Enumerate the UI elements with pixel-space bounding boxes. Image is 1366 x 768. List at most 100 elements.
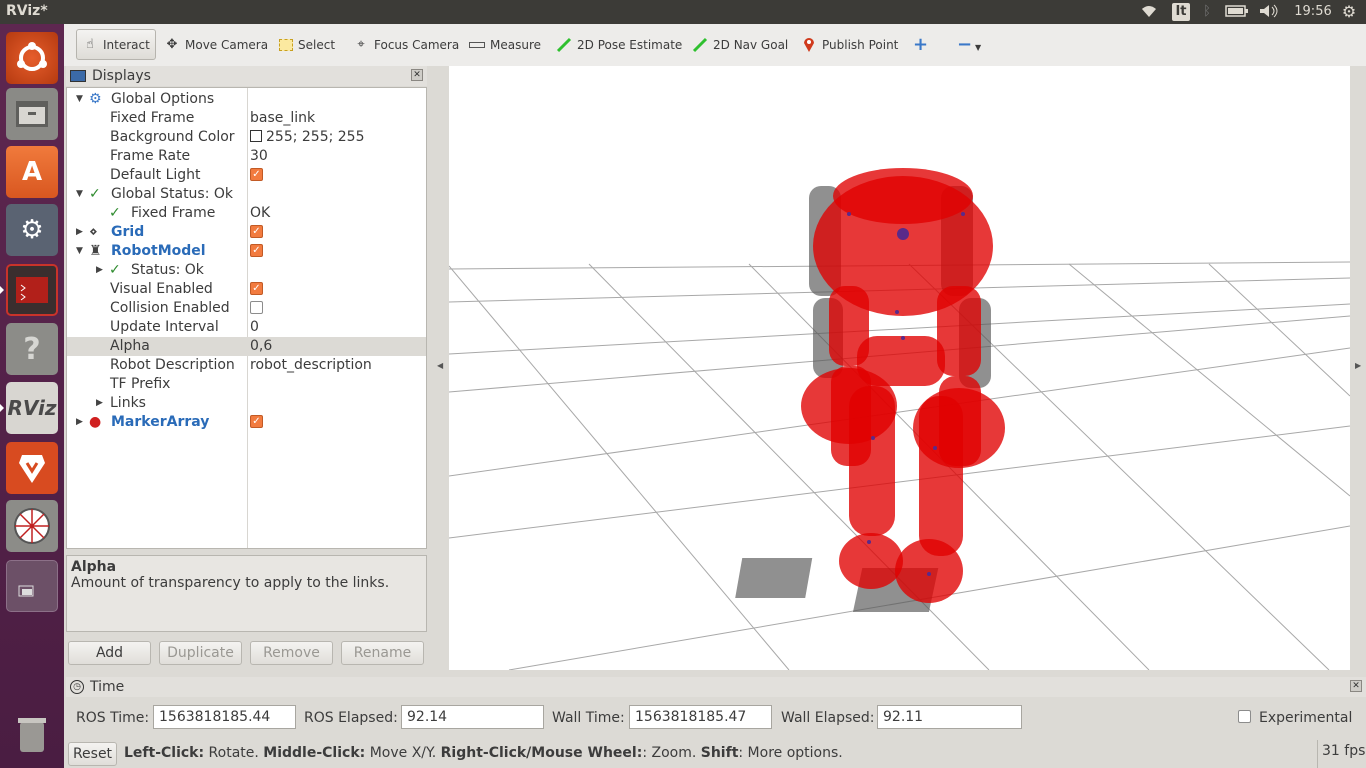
select-tool-button[interactable]: Select — [274, 29, 340, 60]
property-value[interactable]: ✓ — [250, 242, 263, 261]
gear-icon[interactable]: ⚙ — [1340, 2, 1358, 21]
property-value[interactable] — [250, 299, 263, 318]
property-value[interactable]: 0,6 — [250, 337, 272, 356]
close-icon[interactable]: ✕ — [411, 69, 423, 81]
ros-app-icon[interactable] — [6, 500, 58, 552]
display-tree-row[interactable]: Robot Description robot_description — [67, 356, 426, 375]
collapse-right-arrow-icon[interactable]: ▶ — [1355, 361, 1361, 370]
property-value[interactable]: ✓ — [250, 166, 263, 185]
display-tree-row[interactable]: Alpha 0,6 — [67, 337, 426, 356]
grid-icon: ⋄ — [89, 224, 98, 240]
property-value[interactable]: 255; 255; 255 — [250, 128, 365, 147]
3d-render-viewport[interactable] — [449, 66, 1350, 670]
software-center-icon[interactable]: A — [6, 146, 58, 198]
display-tree-row[interactable]: Frame Rate 30 — [67, 147, 426, 166]
plus-icon[interactable]: + — [908, 29, 933, 60]
scene-canvas[interactable] — [449, 66, 1350, 670]
property-value[interactable]: ✓ — [250, 223, 263, 242]
expand-closed-arrow-icon[interactable]: ▶ — [76, 413, 83, 432]
expand-open-arrow-icon[interactable]: ▼ — [76, 185, 83, 204]
interact-tool-button[interactable]: ☝ Interact — [76, 29, 156, 60]
property-value[interactable]: 0 — [250, 318, 259, 337]
clock[interactable]: 19:56 — [1290, 4, 1336, 20]
property-checkbox[interactable]: ✓ — [250, 224, 263, 238]
color-swatch[interactable] — [250, 130, 262, 142]
display-tree-row[interactable]: ▼ ⚙ Global Options — [67, 90, 426, 109]
display-tree-row[interactable]: ▼ ✓ Global Status: Ok — [67, 185, 426, 204]
ok-icon: ✓ — [109, 205, 121, 221]
display-tree-row[interactable]: ▶ Links — [67, 394, 426, 413]
property-value[interactable]: ✓ — [250, 413, 263, 432]
pose-estimate-tool-button[interactable]: 2D Pose Estimate — [551, 29, 687, 60]
display-tree-row[interactable]: ▶ ● MarkerArray ✓ — [67, 413, 426, 432]
property-value-text: robot_description — [250, 357, 372, 373]
robot-icon: ♜ — [89, 243, 102, 259]
display-tree-row[interactable]: TF Prefix — [67, 375, 426, 394]
wifi-icon[interactable] — [1140, 4, 1158, 20]
keyboard-layout-indicator[interactable]: It — [1172, 3, 1190, 21]
display-tree-row[interactable]: ▶ ⋄ Grid ✓ — [67, 223, 426, 242]
display-tree-row[interactable]: Background Color 255; 255; 255 — [67, 128, 426, 147]
remove-button[interactable]: Remove — [250, 641, 333, 665]
dropdown-arrow-icon[interactable]: ▼ — [970, 32, 986, 63]
help-icon[interactable]: ? — [6, 323, 58, 375]
display-tree-row[interactable]: Default Light ✓ — [67, 166, 426, 185]
ubuntu-dash-icon[interactable] — [6, 32, 58, 84]
select-box-icon — [279, 38, 293, 51]
measure-tool-button[interactable]: Measure — [464, 29, 546, 60]
display-tree-row[interactable]: ▼ ♜ RobotModel ✓ — [67, 242, 426, 261]
system-settings-icon[interactable]: ⚙ — [6, 204, 58, 256]
property-value[interactable]: 30 — [250, 147, 268, 166]
expand-closed-arrow-icon[interactable]: ▶ — [76, 223, 83, 242]
wall-elapsed-field[interactable]: 92.11 — [877, 705, 1022, 729]
property-checkbox[interactable] — [250, 300, 263, 314]
collapse-left-arrow-icon[interactable]: ◀ — [437, 361, 443, 370]
property-checkbox[interactable]: ✓ — [250, 414, 263, 428]
expand-open-arrow-icon[interactable]: ▼ — [76, 90, 83, 109]
display-tree-row[interactable]: Update Interval 0 — [67, 318, 426, 337]
rviz-icon[interactable]: RViz — [6, 382, 58, 434]
publish-point-tool-button[interactable]: Publish Point — [796, 29, 903, 60]
property-checkbox[interactable]: ✓ — [250, 167, 263, 181]
reset-button[interactable]: Reset — [68, 742, 117, 766]
property-checkbox[interactable]: ✓ — [250, 281, 263, 295]
experimental-checkbox[interactable] — [1238, 710, 1251, 723]
ruler-icon — [469, 41, 485, 48]
property-value[interactable]: robot_description — [250, 356, 372, 375]
display-tree-row[interactable]: Fixed Frame base_link — [67, 109, 426, 128]
ros-elapsed-field[interactable]: 92.14 — [401, 705, 544, 729]
property-value[interactable]: ✓ — [250, 280, 263, 299]
volume-icon[interactable] — [1258, 4, 1280, 20]
focus-camera-tool-button[interactable]: ⌖ Focus Camera — [348, 29, 464, 60]
duplicate-button[interactable]: Duplicate — [159, 641, 242, 665]
close-icon[interactable]: ✕ — [1350, 680, 1362, 692]
trash-icon[interactable] — [6, 708, 58, 760]
display-tree-row[interactable]: Collision Enabled — [67, 299, 426, 318]
terminal-icon[interactable] — [6, 264, 58, 316]
nav-goal-tool-button[interactable]: 2D Nav Goal — [687, 29, 793, 60]
battery-icon[interactable] — [1225, 4, 1249, 20]
displays-tree[interactable]: ▼ ⚙ Global Options Fixed Frame base_link Back… — [66, 87, 427, 549]
display-tree-row[interactable]: ✓ Fixed Frame OK — [67, 204, 426, 223]
experimental-label: Experimental — [1259, 710, 1353, 726]
brave-browser-icon[interactable] — [6, 442, 58, 494]
property-value[interactable]: OK — [250, 204, 270, 223]
property-checkbox[interactable]: ✓ — [250, 243, 263, 257]
move-camera-tool-button[interactable]: ✥ Move Camera — [159, 29, 273, 60]
expand-closed-arrow-icon[interactable]: ▶ — [96, 394, 103, 413]
rename-button[interactable]: Rename — [341, 641, 424, 665]
property-name: Frame Rate — [110, 148, 191, 164]
files-icon[interactable] — [6, 88, 58, 140]
add-button[interactable]: Add — [68, 641, 151, 665]
workspace-switcher-icon[interactable] — [6, 560, 58, 612]
ros-time-field[interactable]: 1563818185.44 — [153, 705, 296, 729]
wall-time-field[interactable]: 1563818185.47 — [629, 705, 772, 729]
expand-open-arrow-icon[interactable]: ▼ — [76, 242, 83, 261]
expand-closed-arrow-icon[interactable]: ▶ — [96, 261, 103, 280]
display-tree-row[interactable]: ▶ ✓ Status: Ok — [67, 261, 426, 280]
status-hint: Left-Click: Rotate. Middle-Click: Move X… — [124, 745, 843, 761]
time-panel: ◷ Time ✕ ROS Time: 1563818185.44 ROS Ela… — [66, 677, 1366, 739]
property-value[interactable]: base_link — [250, 109, 315, 128]
display-tree-row[interactable]: Visual Enabled ✓ — [67, 280, 426, 299]
bluetooth-icon[interactable]: ᛒ — [1200, 4, 1214, 20]
